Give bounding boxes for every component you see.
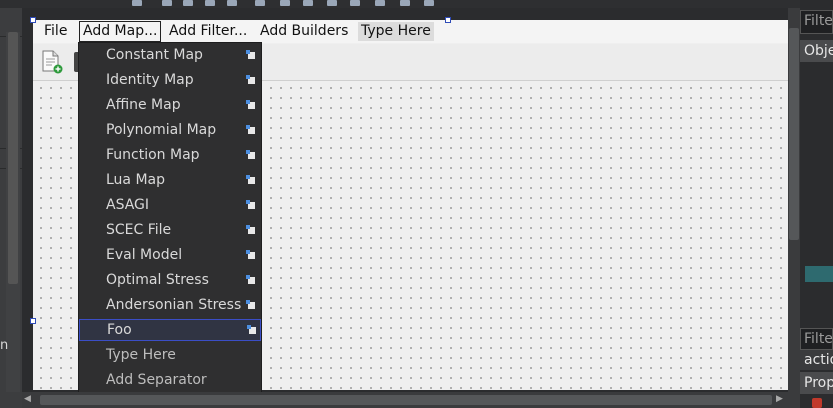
action-label: actio (804, 352, 833, 368)
object-column-label: Obje (804, 43, 833, 59)
menu-item-optimal-stress[interactable]: Optimal Stress (79, 269, 259, 291)
menu-type-here[interactable]: Type Here (358, 22, 434, 41)
menu-item-label: Constant Map (106, 47, 203, 63)
submenu-icon (246, 300, 255, 309)
new-file-icon[interactable] (41, 50, 63, 74)
menu-add-map[interactable]: Add Map... (79, 21, 162, 42)
menu-item-label: Affine Map (106, 97, 181, 113)
toolbar-icon[interactable] (255, 0, 265, 6)
top-toolbar-strip (0, 0, 800, 8)
menu-item-lua-map[interactable]: Lua Map (79, 169, 259, 191)
toolbar-icon[interactable] (400, 0, 410, 6)
submenu-icon (246, 250, 255, 259)
submenu-icon (246, 200, 255, 209)
scroll-right-icon[interactable]: ▶ (776, 394, 783, 404)
menu-item-andersonian-stress[interactable]: Andersonian Stress (79, 294, 259, 316)
submenu-icon (246, 50, 255, 59)
menu-item-label: SCEC File (106, 222, 172, 238)
form-menubar: File Add Map... Add Filter... Add Builde… (33, 20, 789, 43)
toolbar-icon[interactable] (205, 0, 215, 6)
toolbar-icon[interactable] (375, 0, 385, 6)
submenu-icon (246, 275, 255, 284)
object-filter-placeholder: Filte (804, 13, 833, 29)
menu-item-foo[interactable]: Foo (79, 319, 261, 341)
submenu-icon (246, 175, 255, 184)
menu-item-identity-map[interactable]: Identity Map (79, 69, 259, 91)
property-column-label: Prop (804, 375, 833, 391)
menu-item-label: Identity Map (106, 72, 194, 88)
menu-item-function-map[interactable]: Function Map (79, 144, 259, 166)
menu-item-eval-model[interactable]: Eval Model (79, 244, 259, 266)
menu-item-label: Optimal Stress (106, 272, 209, 288)
submenu-icon (247, 325, 256, 334)
submenu-icon (246, 125, 255, 134)
menu-item-label: Andersonian Stress (106, 297, 242, 313)
horizontal-scrollbar-thumb[interactable] (40, 395, 772, 405)
left-panel-text: n (0, 338, 9, 353)
menu-item-affine-map[interactable]: Affine Map (79, 94, 259, 116)
toolbar-icon[interactable] (280, 0, 290, 6)
toolbar-icon[interactable] (350, 0, 360, 6)
toolbar-icon[interactable] (424, 0, 434, 6)
menu-item-label: Foo (107, 322, 132, 338)
submenu-icon (246, 225, 255, 234)
menu-item-label: Function Map (106, 147, 200, 163)
toolbar-icon[interactable] (162, 0, 172, 6)
toolbar-icon[interactable] (132, 0, 142, 6)
toolbar-icon[interactable] (327, 0, 337, 6)
menu-item-label: ASAGI (106, 197, 150, 213)
menu-item-type-here[interactable]: Type Here (79, 344, 259, 366)
toolbar-icon[interactable] (303, 0, 313, 6)
vertical-scrollbar-thumb[interactable] (789, 28, 799, 240)
add-map-menu: Constant Map Identity Map Affine Map Pol… (78, 42, 262, 394)
menu-item-add-separator[interactable]: Add Separator (79, 369, 259, 391)
left-scrollbar-thumb[interactable] (8, 32, 18, 284)
resize-handle[interactable] (30, 17, 36, 23)
resize-handle[interactable] (30, 318, 36, 324)
menu-item-label: Add Separator (106, 372, 207, 388)
selected-object-row[interactable] (805, 266, 833, 282)
menu-item-scec-file[interactable]: SCEC File (79, 219, 259, 241)
menu-item-label: Type Here (106, 347, 176, 363)
menu-item-asagi[interactable]: ASAGI (79, 194, 259, 216)
menu-file[interactable]: File (41, 22, 70, 41)
scroll-left-icon[interactable]: ◀ (24, 394, 31, 404)
warning-icon (812, 398, 822, 408)
menu-item-label: Polynomial Map (106, 122, 217, 138)
menu-add-builders[interactable]: Add Builders (257, 22, 351, 41)
menu-item-label: Eval Model (106, 247, 183, 263)
menu-item-constant-map[interactable]: Constant Map (79, 44, 259, 66)
submenu-icon (246, 100, 255, 109)
property-filter-placeholder: Filte (804, 331, 833, 347)
menu-add-filter[interactable]: Add Filter... (166, 22, 250, 41)
submenu-icon (246, 75, 255, 84)
menu-item-polynomial-map[interactable]: Polynomial Map (79, 119, 259, 141)
resize-handle[interactable] (445, 17, 451, 23)
menu-item-label: Lua Map (106, 172, 166, 188)
toolbar-icon[interactable] (227, 0, 237, 6)
submenu-icon (246, 150, 255, 159)
toolbar-icon[interactable] (183, 0, 193, 6)
